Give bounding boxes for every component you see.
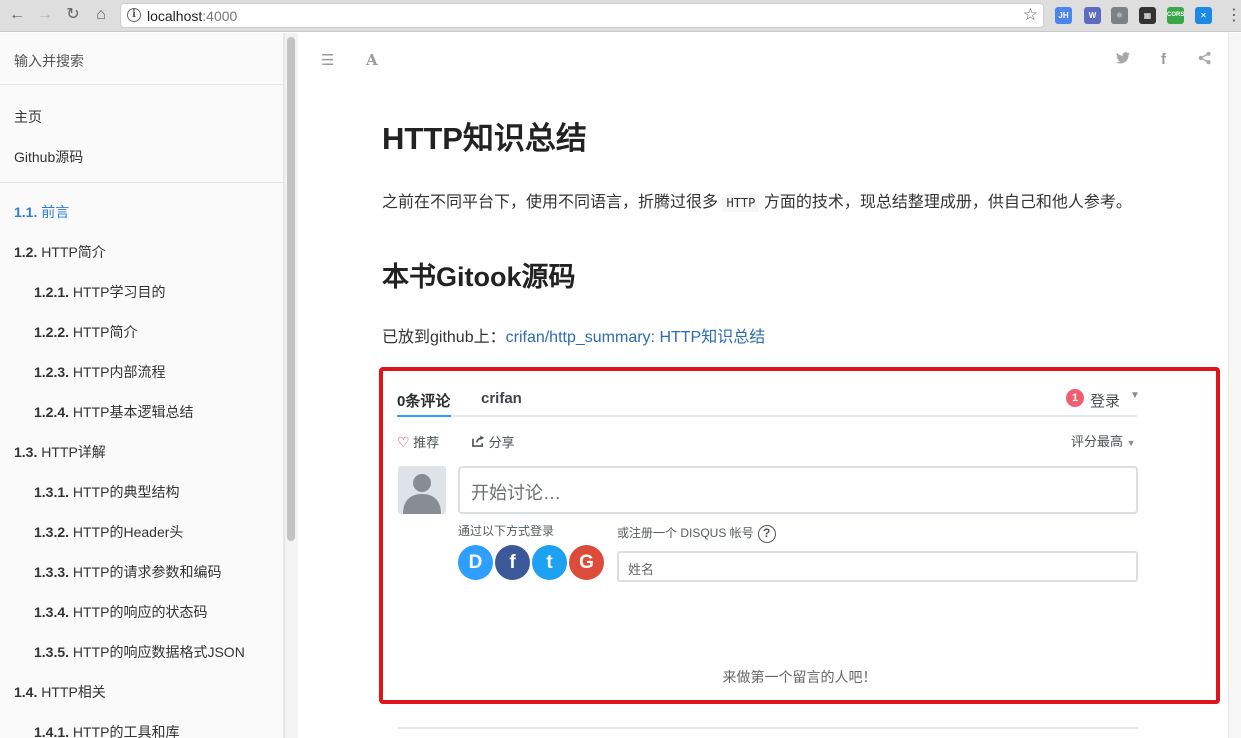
sidebar-link-home[interactable]: 主页	[14, 107, 42, 127]
reload-icon[interactable]: ↻	[62, 4, 84, 26]
share-button[interactable]: 分享	[472, 432, 515, 451]
login-menu[interactable]: 登录	[1090, 390, 1120, 411]
facebook-login-icon[interactable]: f	[495, 545, 530, 580]
sidebar-item-1-3-3[interactable]: 1.3.3. HTTP的请求参数和编码	[34, 562, 221, 582]
qr-extension-icon[interactable]: ▦	[1139, 7, 1156, 24]
empty-comments-message: 来做第一个留言的人吧！	[722, 669, 877, 685]
react-extension-icon[interactable]: ⚛	[1111, 7, 1128, 24]
sidebar-item-1-4[interactable]: 1.4. HTTP相关	[14, 682, 106, 702]
sidebar-item-1-2-1[interactable]: 1.2.1. HTTP学习目的	[34, 282, 165, 302]
sort-chevron-icon: ▼	[1126, 438, 1136, 448]
sidebar-item-1-4-1[interactable]: 1.4.1. HTTP的工具和库	[34, 722, 179, 738]
page-title: HTTP知识总结	[382, 121, 587, 156]
search-input[interactable]: 输入并搜索	[0, 33, 283, 85]
info-icon[interactable]: i	[127, 8, 141, 22]
web-extension-icon[interactable]: W	[1084, 7, 1101, 24]
register-label: 或注册一个 DISQUS 帐号?	[617, 524, 776, 543]
browser-menu-icon[interactable]: ⋮	[1226, 5, 1241, 25]
sidebar-divider	[0, 182, 283, 183]
heart-icon: ♡	[397, 434, 410, 450]
jh-extension-icon[interactable]: JH	[1055, 7, 1072, 24]
home-icon[interactable]: ⌂	[90, 4, 112, 26]
toggle-sidebar-icon[interactable]: ☰	[321, 51, 334, 69]
forward-arrow-icon[interactable]: →	[34, 4, 56, 26]
bookmark-star-icon[interactable]: ☆	[1023, 5, 1038, 25]
login-with-label: 通过以下方式登录	[458, 524, 555, 538]
repo-paragraph: 已放到github上：crifan/http_summary: HTTP知识总结	[382, 329, 766, 346]
share-icon[interactable]	[1198, 51, 1212, 69]
sidebar-item-1-3-1[interactable]: 1.3.1. HTTP的典型结构	[34, 482, 179, 502]
sidebar-item-1-2-4[interactable]: 1.2.4. HTTP基本逻辑总结	[34, 402, 193, 422]
sidebar-link-github[interactable]: Github源码	[14, 147, 83, 167]
repo-link[interactable]: crifan/http_summary: HTTP知识总结	[506, 329, 766, 346]
cors-extension-icon[interactable]: CORS	[1167, 7, 1184, 24]
sidebar-item-1-2-2[interactable]: 1.2.2. HTTP简介	[34, 322, 137, 342]
font-settings-icon[interactable]: A	[366, 51, 378, 69]
help-icon[interactable]: ?	[757, 524, 776, 543]
comment-input[interactable]: 开始讨论…	[458, 466, 1138, 514]
sidebar-item-1-3[interactable]: 1.3. HTTP详解	[14, 442, 106, 462]
notification-badge[interactable]: 1	[1066, 389, 1084, 407]
sidebar-item-1-3-4[interactable]: 1.3.4. HTTP的响应的状态码	[34, 602, 207, 622]
tab-community[interactable]: crifan	[481, 390, 522, 407]
intro-paragraph: 之前在不同平台下，使用不同语言，折腾过很多 HTTP 方面的技术，现总结整理成册…	[382, 194, 1132, 212]
chevron-down-icon[interactable]: ▼	[1130, 390, 1140, 401]
blue-x-extension-icon[interactable]: ✕	[1195, 7, 1212, 24]
address-url[interactable]: localhost:4000	[147, 8, 237, 24]
disqus-login-icon[interactable]: D	[458, 545, 493, 580]
sidebar-item-1-1[interactable]: 1.1. 前言	[14, 202, 69, 222]
recommend-button[interactable]: ♡ 推荐	[397, 432, 439, 451]
sidebar-item-1-3-5[interactable]: 1.3.5. HTTP的响应数据格式JSON	[34, 642, 245, 662]
sidebar-item-1-3-2[interactable]: 1.3.2. HTTP的Header头	[34, 522, 183, 542]
sidebar-scrollbar-thumb[interactable]	[287, 37, 295, 541]
avatar	[398, 466, 446, 514]
tab-comments[interactable]: 0条评论	[397, 390, 450, 411]
sort-dropdown[interactable]: 评分最高 ▼	[1071, 431, 1136, 450]
active-tab-indicator	[397, 415, 451, 417]
share-box-icon	[472, 435, 489, 450]
disqus-comment-box: 0条评论 crifan 1 登录 ▼ ♡ 推荐 分享 评分最高 ▼ 开始讨论… …	[379, 367, 1220, 704]
back-arrow-icon[interactable]: ←	[6, 4, 28, 26]
sidebar: 输入并搜索 主页 Github源码 1.1. 前言 1.2. HTTP简介 1.2.…	[0, 33, 284, 738]
content-divider	[398, 727, 1138, 729]
sidebar-item-1-2-3[interactable]: 1.2.3. HTTP内部流程	[34, 362, 165, 382]
sidebar-item-1-2[interactable]: 1.2. HTTP简介	[14, 242, 106, 262]
section-heading: 本书Gitook源码	[382, 262, 576, 292]
google-login-icon[interactable]: G	[569, 545, 604, 580]
main-scrollbar[interactable]	[1228, 33, 1241, 738]
twitter-login-icon[interactable]: t	[532, 545, 567, 580]
tab-divider	[397, 415, 1137, 417]
facebook-share-icon[interactable]: f	[1161, 51, 1166, 68]
address-bar[interactable]: i localhost:4000 ☆	[120, 3, 1044, 28]
inline-code: HTTP	[722, 194, 760, 212]
name-field[interactable]: 姓名	[617, 551, 1138, 582]
browser-toolbar: ← → ↻ ⌂ i localhost:4000 ☆ JH W ⚛ ▦ CORS ✕ ⋮	[0, 0, 1241, 32]
twitter-share-icon[interactable]	[1116, 51, 1130, 68]
